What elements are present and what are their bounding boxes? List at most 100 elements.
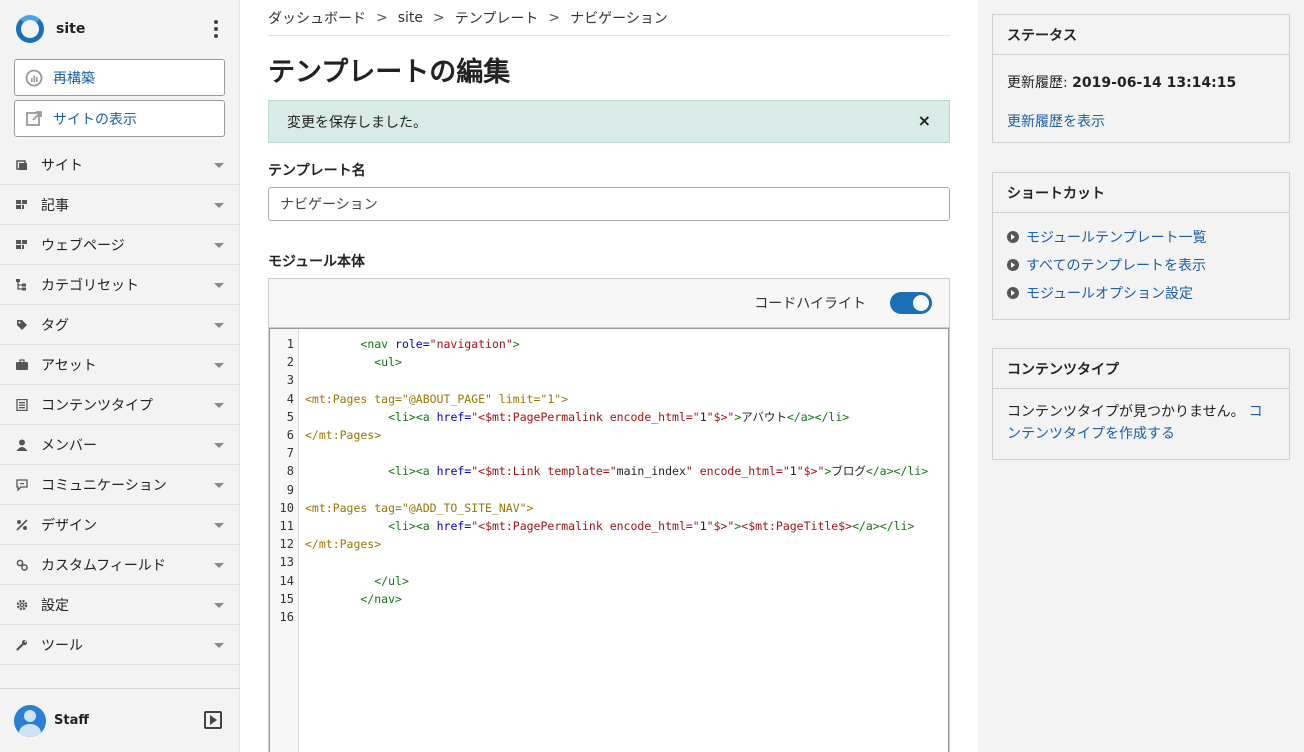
chevron-down-icon <box>214 523 224 528</box>
shortcut-list: モジュールテンプレート一覧 すべてのテンプレートを表示 モジュールオプション設定 <box>993 213 1289 321</box>
user-name[interactable]: Staff <box>54 713 89 728</box>
sidebar-item-settings[interactable]: 設定 <box>0 585 239 625</box>
template-name-label: テンプレート名 <box>268 163 366 179</box>
shortcut-item[interactable]: すべてのテンプレートを表示 <box>1007 251 1275 279</box>
chevron-down-icon <box>214 403 224 408</box>
content-type-title: コンテンツタイプ <box>993 349 1289 389</box>
content-type-body: コンテンツタイプが見つかりません。 コンテンツタイプを作成する <box>993 389 1289 459</box>
sidebar-item-label: ウェブページ <box>41 237 125 254</box>
line-number: 11 <box>279 519 294 533</box>
line-number: 14 <box>279 573 294 588</box>
line-number: 4 <box>286 391 294 406</box>
sidebar-item-webpage[interactable]: ウェブページ <box>0 225 239 265</box>
success-alert: 変更を保存しました。 × <box>268 100 950 143</box>
close-icon[interactable]: × <box>918 113 931 129</box>
chevron-down-icon <box>214 443 224 448</box>
code-textarea[interactable]: 1 <nav role="navigation"> 2 <ul> 3 4 <mt:Pag… <box>269 328 949 752</box>
sidebar-item-label: アセット <box>41 357 97 374</box>
gear-icon <box>16 599 28 611</box>
line-number: 2 <box>286 355 294 370</box>
avatar[interactable] <box>14 704 46 737</box>
code-highlight-label: コードハイライト <box>754 296 866 312</box>
code-highlight-toggle[interactable] <box>890 292 932 314</box>
chevron-down-icon <box>214 323 224 328</box>
sidebar-item-asset[interactable]: アセット <box>0 345 239 385</box>
chevron-down-icon <box>214 603 224 608</box>
sidebar-item-label: カテゴリセット <box>41 277 139 294</box>
sidebar-item-tools[interactable]: ツール <box>0 625 239 665</box>
sidebar-item-label: コンテンツタイプ <box>41 397 153 414</box>
shortcut-title: ショートカット <box>993 173 1289 213</box>
sidebar-item-label: メンバー <box>41 437 97 454</box>
code-line: <li><a href="<$mt:Link template="main_in… <box>388 464 929 479</box>
sidebar-item-label: 記事 <box>41 197 69 214</box>
design-icon <box>16 518 28 531</box>
shortcut-item[interactable]: モジュールテンプレート一覧 <box>1007 223 1275 251</box>
chevron-down-icon <box>214 163 224 168</box>
external-link-icon <box>25 110 43 128</box>
main-content: ダッシュボード > site > テンプレート > ナビゲーション テンプレート… <box>268 0 950 752</box>
sidebar-item-design[interactable]: デザイン <box>0 505 239 545</box>
entry-icon <box>16 199 28 211</box>
template-name-input[interactable] <box>268 187 950 221</box>
shortcut-link[interactable]: すべてのテンプレートを表示 <box>1026 255 1206 275</box>
site-menu-kebab-icon[interactable] <box>213 20 219 38</box>
breadcrumb-separator: > <box>548 9 561 26</box>
chevron-down-icon <box>214 643 224 648</box>
arrow-circle-icon <box>1007 231 1019 243</box>
breadcrumb-templates[interactable]: テンプレート <box>455 8 539 28</box>
code-editor: コードハイライト 1 <nav role="navigation"> 2 <ul>… <box>268 278 950 752</box>
sidebar-item-label: 設定 <box>41 597 69 614</box>
sidebar-item-member[interactable]: メンバー <box>0 425 239 465</box>
sidebar-item-label: コミュニケーション <box>41 477 167 494</box>
rebuild-button[interactable]: 再構築 <box>14 59 225 96</box>
collapse-sidebar-icon[interactable] <box>204 711 222 729</box>
line-number: 16 <box>279 610 294 624</box>
arrow-circle-icon <box>1007 259 1019 271</box>
sidebar-item-tag[interactable]: タグ <box>0 305 239 345</box>
line-number: 3 <box>286 373 294 388</box>
view-site-button[interactable]: サイトの表示 <box>14 100 225 137</box>
code-line: </mt:Pages> <box>305 428 382 442</box>
sidebar-item-communication[interactable]: コミュニケーション <box>0 465 239 505</box>
shortcut-item[interactable]: モジュールオプション設定 <box>1007 279 1275 307</box>
sidebar-item-site[interactable]: サイト <box>0 145 239 185</box>
communication-icon <box>16 478 28 491</box>
user-bar: Staff <box>0 688 240 752</box>
site-name[interactable]: site <box>56 21 85 37</box>
category-set-icon <box>16 278 28 291</box>
custom-field-icon <box>16 559 28 571</box>
chevron-down-icon <box>214 203 224 208</box>
line-number: 13 <box>279 555 294 570</box>
site-header: site <box>0 0 239 58</box>
shortcut-link[interactable]: モジュールオプション設定 <box>1026 283 1193 303</box>
sidebar-nav: サイト 記事 ウェブページ カテゴリセット タグ アセット コンテンツタイプ メ… <box>0 145 239 665</box>
sidebar-item-entry[interactable]: 記事 <box>0 185 239 225</box>
updated-label: 更新履歴: <box>1007 75 1068 91</box>
module-body-label: モジュール本体 <box>268 254 366 270</box>
sidebar-item-label: サイト <box>41 157 83 174</box>
history-link[interactable]: 更新履歴を表示 <box>1007 111 1275 131</box>
shortcut-link[interactable]: モジュールテンプレート一覧 <box>1026 227 1207 247</box>
sidebar-item-label: カスタムフィールド <box>41 557 166 574</box>
code-line: </nav> <box>360 591 402 606</box>
status-body: 更新履歴: 2019-06-14 13:14:15 更新履歴を表示 <box>993 55 1289 145</box>
sidebar-item-custom-field[interactable]: カスタムフィールド <box>0 545 239 585</box>
sidebar-item-content-type[interactable]: コンテンツタイプ <box>0 385 239 425</box>
breadcrumb-separator: > <box>433 9 445 26</box>
line-number: 1 <box>286 337 294 351</box>
page-icon <box>16 239 28 251</box>
breadcrumb-site[interactable]: site <box>398 10 423 26</box>
breadcrumb-current: ナビゲーション <box>570 10 668 27</box>
code-line: <li><a href="<$mt:PagePermalink encode_h… <box>388 409 850 424</box>
code-line: <ul> <box>374 355 402 370</box>
sidebar-item-category-set[interactable]: カテゴリセット <box>0 265 239 305</box>
asset-icon <box>16 358 28 371</box>
breadcrumb-dashboard[interactable]: ダッシュボード <box>268 8 366 28</box>
site-icon <box>16 159 28 171</box>
rebuild-icon <box>25 69 43 87</box>
content-type-card: コンテンツタイプ コンテンツタイプが見つかりません。 コンテンツタイプを作成する <box>992 348 1290 460</box>
chevron-down-icon <box>214 483 224 488</box>
line-number: 10 <box>279 500 294 515</box>
content-type-icon <box>16 398 28 411</box>
